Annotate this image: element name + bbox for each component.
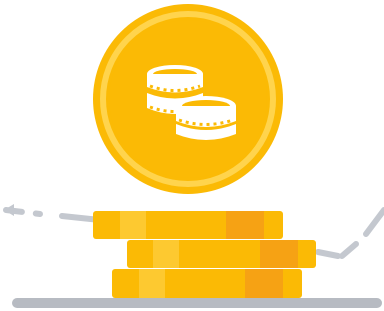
gold-bar-bottom <box>112 269 302 298</box>
trend-arrow-left-icon <box>4 204 14 216</box>
dashed-trend-line-left <box>3 207 103 223</box>
gold-bar-middle <box>127 240 316 268</box>
coin-stack-illustration <box>3 4 384 308</box>
ground-line <box>12 298 382 308</box>
dashed-trend-line-right <box>315 207 384 259</box>
gold-bar-top <box>93 211 283 239</box>
